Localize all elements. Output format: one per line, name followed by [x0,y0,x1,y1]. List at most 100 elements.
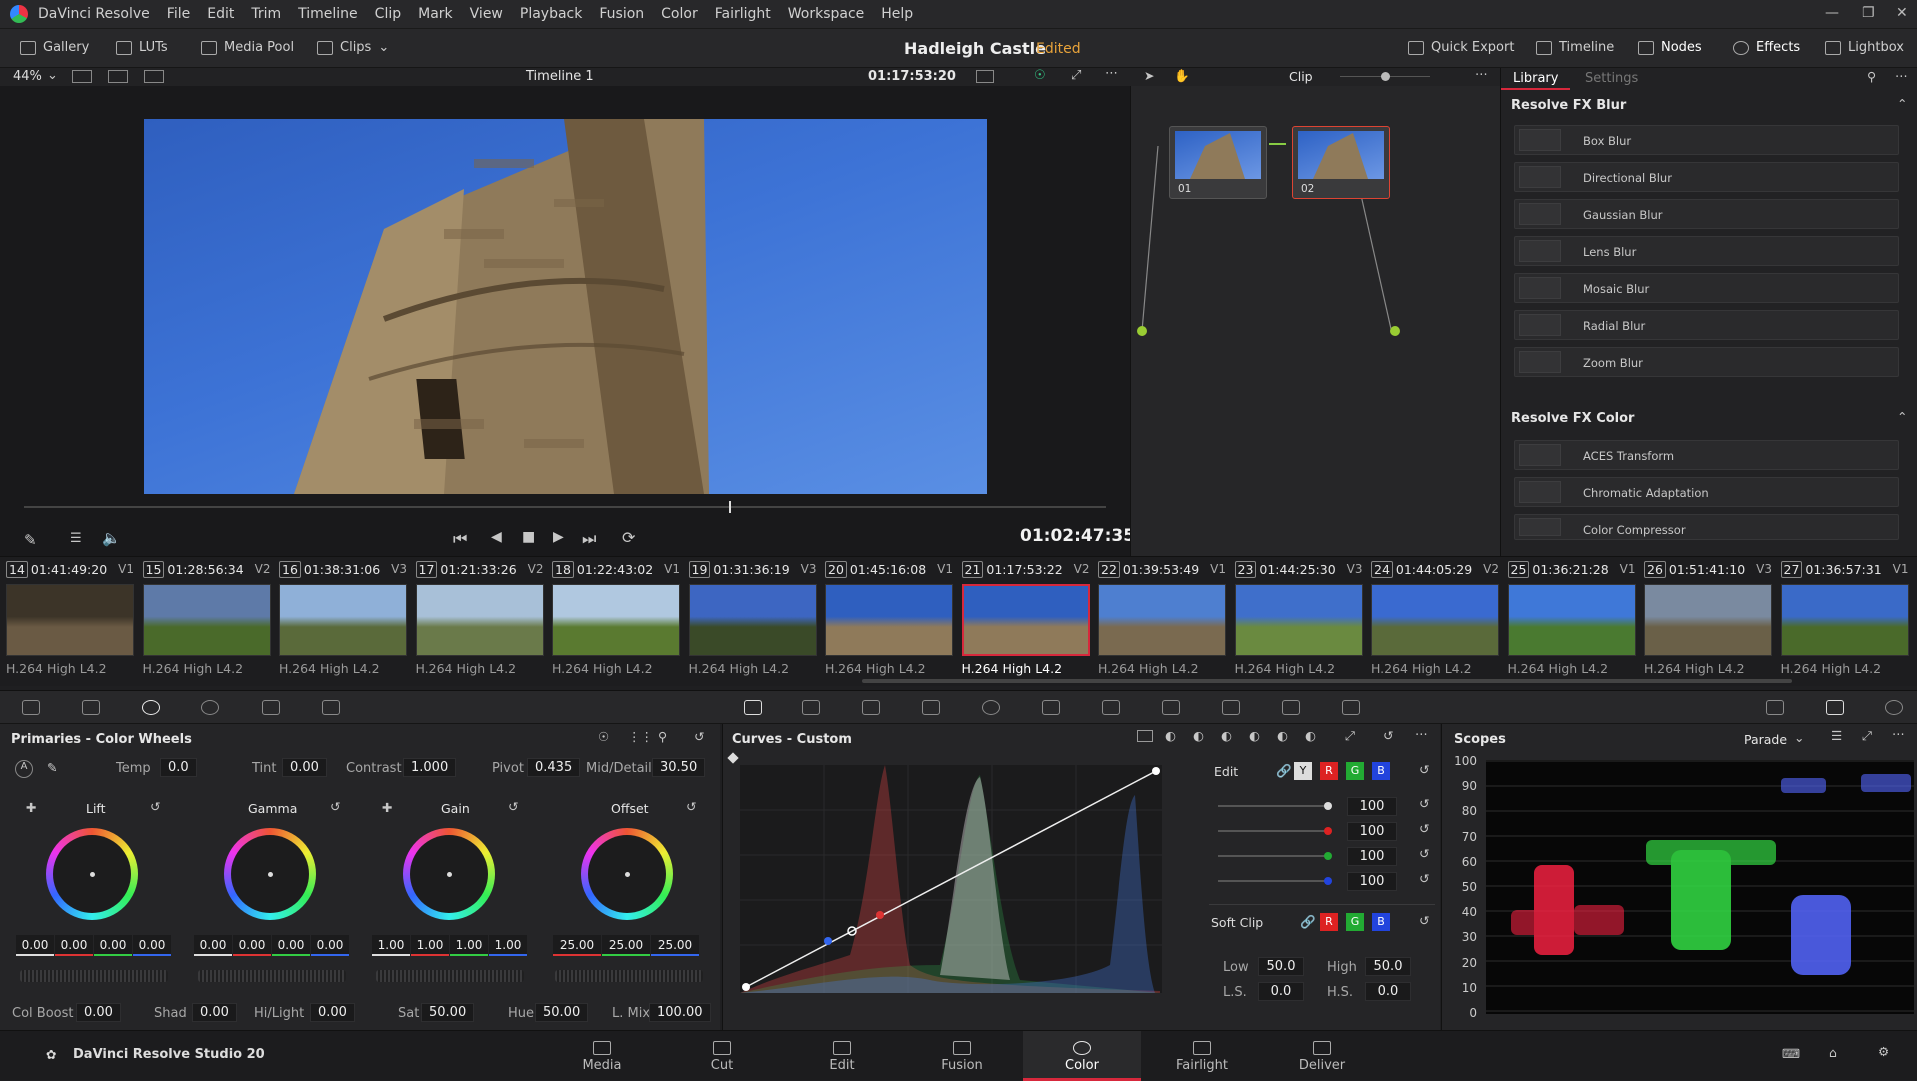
gain-r[interactable]: 1.00 [411,935,449,956]
color-match-icon[interactable] [82,700,100,715]
hue-vs-lum-icon[interactable]: ◐ [1221,728,1232,743]
window-icon[interactable] [922,700,940,715]
y-slider-handle[interactable] [1324,802,1332,810]
channel-y-button[interactable]: Y [1294,762,1312,780]
lift-y[interactable]: 0.00 [16,935,54,956]
viewer-options-icon[interactable] [976,70,994,83]
more-options-icon[interactable]: ⋯ [1892,726,1905,741]
play-icon[interactable]: ▶ [553,529,564,545]
lift-values[interactable]: 0.00 0.00 0.00 0.00 [16,935,172,956]
lift-wheel[interactable] [46,828,138,920]
eyedropper-icon[interactable]: ✎ [47,760,57,775]
wheels-mode-icon[interactable]: ☉ [598,729,609,744]
softclip-g-button[interactable]: G [1346,913,1364,931]
menu-timeline[interactable]: Timeline [298,6,358,22]
go-to-start-icon[interactable]: ⏮ [453,529,467,549]
zoom-level[interactable]: 44% [13,69,42,84]
b-slider-handle[interactable] [1324,877,1332,885]
channel-r-button[interactable]: R [1320,762,1338,780]
node-01[interactable]: 01 [1169,126,1267,199]
rgb-mixer-icon[interactable] [262,700,280,715]
menu-mark[interactable]: Mark [418,6,453,22]
scopes-icon[interactable] [1826,700,1844,715]
menu-color[interactable]: Color [661,6,698,22]
pointer-icon[interactable]: ➤ [1144,68,1154,83]
bars-mode-icon[interactable]: ⋮⋮ [628,729,653,744]
offset-b[interactable]: 25.00 [651,935,699,956]
minimize-icon[interactable]: — [1825,5,1839,21]
reset-icon[interactable]: ↺ [694,729,704,744]
page-edit[interactable]: Edit [783,1031,901,1081]
menu-playback[interactable]: Playback [520,6,582,22]
more-options-icon[interactable]: ⋯ [1415,726,1428,741]
timeline-name[interactable]: Timeline 1 [526,69,594,84]
reset-icon[interactable]: ↺ [330,799,340,814]
offset-values[interactable]: 25.00 25.00 25.00 [553,935,700,956]
effects-button[interactable]: Effects [1733,40,1800,55]
quick-export-button[interactable]: Quick Export [1408,40,1514,55]
gain-wheel[interactable] [403,828,495,920]
keyboard-icon[interactable]: ⌨ [1782,1046,1800,1061]
qualifier-icon[interactable] [862,700,880,715]
clip-thumbnail[interactable]: 24 01:44:05:29 V2 H.264 High L4.2 [1365,557,1501,681]
scope-mode-select[interactable]: Parade [1744,732,1787,747]
luts-button[interactable]: LUTs [116,40,168,55]
menu-edit[interactable]: Edit [207,6,234,22]
more-options-icon[interactable]: ⋯ [1895,68,1908,83]
media-pool-button[interactable]: Media Pool [201,40,294,55]
clip-thumbnail[interactable]: 26 01:51:41:10 V3 H.264 High L4.2 [1638,557,1774,681]
r-slider-handle[interactable] [1324,827,1332,835]
speaker-icon[interactable]: 🔈 [102,529,121,547]
fx-aces-transform[interactable]: ACES Transform [1514,440,1899,470]
middetail-field[interactable]: 30.50 [652,758,706,777]
sat-field[interactable]: 50.00 [421,1003,475,1022]
clip-thumbnail[interactable]: 21 01:17:53:22 V2 H.264 High L4.2 [956,557,1092,681]
fx-directional-blur[interactable]: Directional Blur [1514,162,1899,192]
zoom-icon[interactable]: ⚲ [658,729,667,744]
menu-trim[interactable]: Trim [251,6,281,22]
gamma-y[interactable]: 0.00 [194,935,232,956]
clip-thumbnail[interactable]: 25 01:36:21:28 V1 H.264 High L4.2 [1502,557,1638,681]
fx-zoom-blur[interactable]: Zoom Blur [1514,347,1899,377]
color-warper-icon[interactable] [802,700,820,715]
nodes-button[interactable]: Nodes [1638,40,1702,55]
low-field[interactable]: 50.0 [1258,957,1304,976]
reset-icon[interactable]: ↺ [1419,871,1429,886]
home-icon[interactable]: ⌂ [1829,1045,1837,1060]
fx-color-compressor[interactable]: Color Compressor [1514,514,1899,540]
sizing-icon[interactable] [1222,700,1240,715]
hue-vs-hue-icon[interactable]: ◐ [1165,728,1176,743]
gamma-wheel[interactable] [224,828,316,920]
fx-chromatic-adaptation[interactable]: Chromatic Adaptation [1514,477,1899,507]
curve-graph[interactable] [740,765,1162,993]
node-02[interactable]: 02 [1292,126,1390,199]
softclip-b-button[interactable]: B [1372,913,1390,931]
grid-view-icon[interactable] [108,70,128,83]
menu-file[interactable]: File [167,6,190,22]
clip-thumbnail[interactable]: 22 01:39:53:49 V1 H.264 High L4.2 [1092,557,1228,681]
page-cut[interactable]: Cut [663,1031,781,1081]
offset-wheel[interactable] [581,828,673,920]
chevron-up-icon[interactable]: ⌃ [1897,409,1907,424]
tab-library[interactable]: Library [1501,68,1571,90]
node-mode-select[interactable]: Clip [1289,69,1313,84]
pivot-field[interactable]: 0.435 [527,758,581,777]
temp-field[interactable]: 0.0 [160,758,197,777]
reset-icon[interactable]: ↺ [1419,762,1429,777]
gear-icon[interactable]: ⚙ [1878,1044,1889,1059]
link-icon[interactable]: 🔗 [1300,914,1316,930]
reset-icon[interactable]: ↺ [1383,728,1393,743]
lightbox-button[interactable]: Lightbox [1825,40,1904,55]
stereo-3d-icon[interactable] [1282,700,1300,715]
clip-thumbnail[interactable]: 16 01:38:31:06 V3 H.264 High L4.2 [273,557,409,681]
3d-icon[interactable] [1342,700,1360,715]
sat-vs-sat-icon[interactable]: ◐ [1277,728,1288,743]
fullscreen-icon[interactable]: ⤢ [1071,68,1081,83]
curve-handle-icon[interactable] [727,752,739,764]
page-fairlight[interactable]: Fairlight [1143,1031,1261,1081]
reset-icon[interactable]: ↺ [1419,796,1429,811]
page-deliver[interactable]: Deliver [1263,1031,1381,1081]
clip-thumbnail[interactable]: 17 01:21:33:26 V2 H.264 High L4.2 [410,557,546,681]
magic-mask-icon[interactable] [1042,700,1060,715]
g-intensity-field[interactable]: 100 [1347,847,1397,866]
